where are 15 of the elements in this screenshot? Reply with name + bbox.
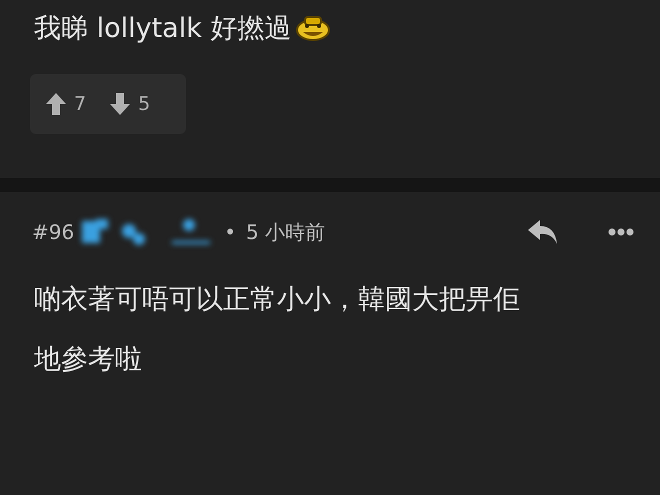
reply-button[interactable] (528, 220, 558, 244)
more-button[interactable] (608, 228, 634, 236)
up-arrow-icon (46, 93, 66, 115)
separator-dot: • (224, 219, 236, 246)
emoticon-icon (295, 14, 332, 42)
post-time: 5 小時前 (246, 219, 326, 246)
down-arrow-icon (110, 93, 130, 115)
post-text: 地參考啦 (34, 344, 142, 375)
post-text: 我睇 lollytalk 好撚過 (34, 14, 292, 42)
more-icon (608, 228, 634, 236)
post-number: #96 (32, 219, 74, 246)
reply-icon (528, 220, 558, 244)
downvote-button[interactable]: 5 (110, 90, 150, 118)
post-text: 啲衣著可唔可以正常小小，韓國大把畀佢 (34, 284, 520, 315)
upvote-button[interactable]: 7 (46, 90, 86, 118)
